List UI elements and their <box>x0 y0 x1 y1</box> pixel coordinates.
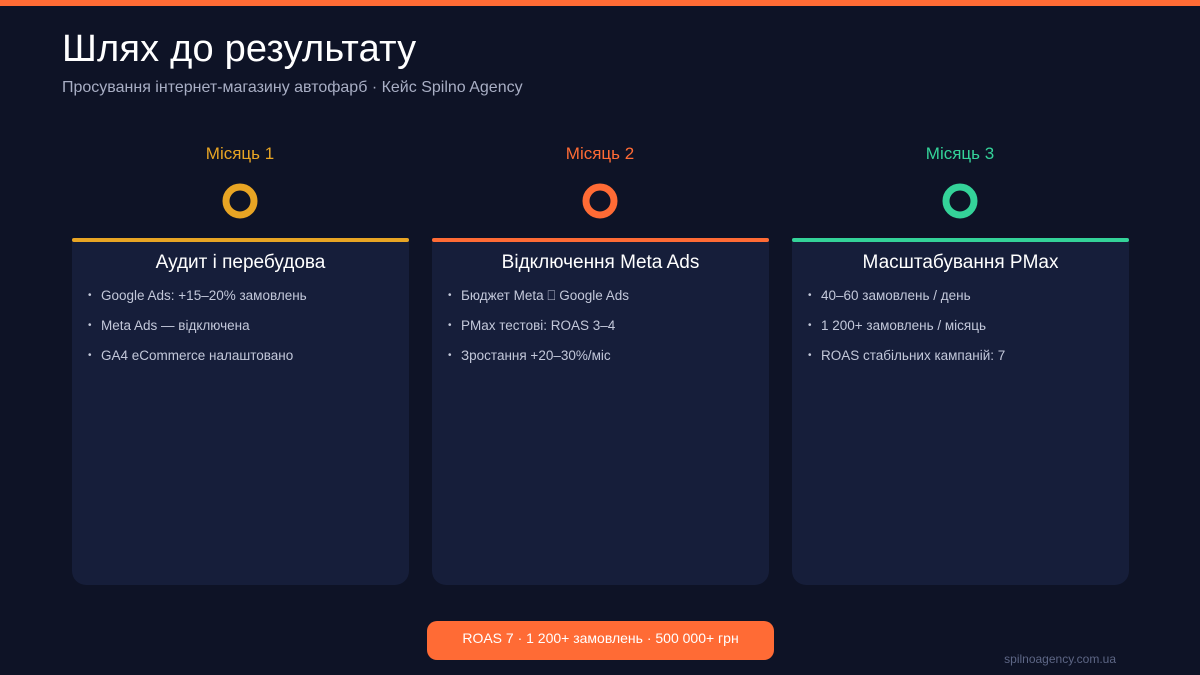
list-item: • 1 200+ замовлень / місяць <box>808 318 986 333</box>
bullet-icon: • <box>88 320 92 331</box>
list-item: • GA4 eCommerce налаштовано <box>88 348 294 363</box>
bullet-icon: • <box>448 350 452 361</box>
stage-card-1: Аудит і перебудова • Google Ads: +15–20% … <box>72 238 409 585</box>
list-item: • ROAS стабільних кампаній: 7 <box>808 348 1006 363</box>
card-title: Відключення Meta Ads <box>501 252 700 273</box>
timeline <box>222 183 978 219</box>
list-item: • Бюджет Meta ⎕ Google Ads <box>448 288 630 303</box>
bullet-icon: • <box>808 290 812 301</box>
card-accent-bar <box>792 238 1129 242</box>
bullet-icon: • <box>808 320 812 331</box>
card-list: • 40–60 замовлень / день • 1 200+ замовлен… <box>808 288 1005 378</box>
bullet-icon: • <box>88 290 92 301</box>
bullet-icon: • <box>88 350 92 361</box>
month-label-3: Місяць 3 <box>925 144 995 163</box>
bullet-icon: • <box>448 290 452 301</box>
card-title: Масштабування PMax <box>862 252 1059 273</box>
stage-card-3: Масштабування PMax • 40–60 замовлень / де… <box>792 238 1129 585</box>
page-subtitle: Просування інтернет-магазину автофарб · … <box>62 79 523 96</box>
top-accent-bar <box>0 0 1200 6</box>
card-accent-bar <box>72 238 409 242</box>
list-item: • Зростання +20–30%/міс <box>448 348 611 363</box>
milestone-dot-1 <box>222 183 258 219</box>
month-label-1: Місяць 1 <box>205 144 275 163</box>
list-item: • 40–60 замовлень / день <box>808 288 971 303</box>
bullet-icon: • <box>808 350 812 361</box>
summary-badge: ROAS 7 · 1 200+ замовлень · 500 000+ грн <box>427 621 774 660</box>
card-accent-bar <box>432 238 769 242</box>
page-title: Шлях до результату <box>62 28 417 70</box>
footer-website: spilnoagency.com.ua <box>1004 652 1116 666</box>
milestone-dot-3 <box>942 183 978 219</box>
milestone-dot-2 <box>582 183 618 219</box>
card-list: • Бюджет Meta ⎕ Google Ads • PMax тестові:… <box>448 288 629 378</box>
month-label-2: Місяць 2 <box>565 144 635 163</box>
list-item: • PMax тестові: ROAS 3–4 <box>448 318 616 333</box>
bullet-icon: • <box>448 320 452 331</box>
list-item: • Google Ads: +15–20% замовлень <box>88 288 307 303</box>
card-title: Аудит і перебудова <box>155 252 326 273</box>
stage-card-2: Відключення Meta Ads • Бюджет Meta ⎕ Goog… <box>432 238 769 585</box>
card-list: • Google Ads: +15–20% замовлень • Meta Ads… <box>88 288 307 378</box>
list-item: • Meta Ads — відключена <box>88 318 250 333</box>
